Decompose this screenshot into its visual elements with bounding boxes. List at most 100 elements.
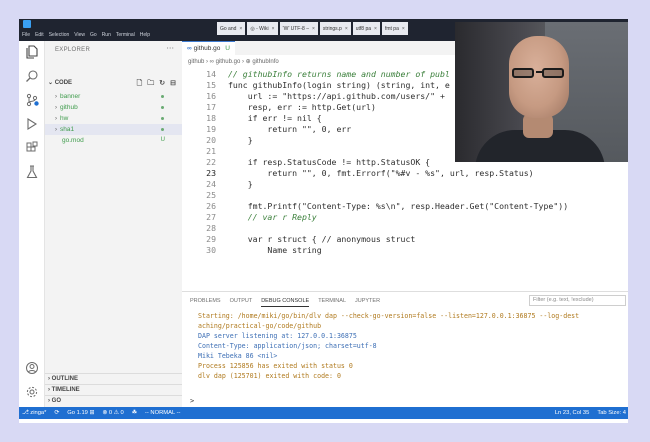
tree-item-hw[interactable]: › hw — [45, 113, 182, 124]
desktop-screen: File Edit Selection View Go Run Terminal… — [19, 19, 628, 423]
code-text: // githubInfo returns name and number of… — [228, 69, 450, 79]
editor-tab-github-go[interactable]: ∞ github.go U — [182, 41, 235, 55]
tab-debug-console[interactable]: DEBUG CONSOLE — [261, 296, 310, 307]
browser-tab[interactable]: utf8 pa × — [352, 22, 380, 35]
run-debug-icon[interactable] — [25, 117, 39, 131]
new-folder-icon[interactable]: 🗀 — [147, 78, 154, 89]
line-number: 24 — [206, 179, 216, 189]
more-actions-icon[interactable]: ··· — [166, 44, 174, 53]
tab-problems[interactable]: PROBLEMS — [190, 296, 221, 307]
close-icon[interactable]: × — [345, 26, 348, 32]
tree-item-label: banner — [60, 93, 81, 100]
files-icon[interactable] — [25, 45, 39, 59]
browser-tab-label: fmt pa — [384, 25, 399, 32]
problems-count[interactable]: ⊗ 0 ⚠ 0 — [102, 407, 123, 419]
tree-item-go-mod[interactable]: go.mod U — [45, 135, 182, 146]
close-icon[interactable]: × — [272, 26, 275, 32]
tab-jupyter[interactable]: JUPYTER — [355, 296, 380, 307]
tab-output[interactable]: OUTPUT — [230, 296, 253, 307]
code-line-current: 23 return "", 0, fmt.Errorf("%#v - %s", … — [182, 168, 628, 179]
menu-terminal[interactable]: Terminal — [116, 31, 135, 40]
line-number: 20 — [206, 135, 216, 145]
console-line: Miki Tebeka 86 <nil> — [198, 352, 278, 360]
menu-run[interactable]: Run — [102, 31, 111, 40]
code-line: 27 // var r Reply — [182, 212, 628, 223]
breadcrumb[interactable]: github › ∞ github.go › ⊕ githubInfo — [188, 58, 279, 65]
lens — [542, 68, 564, 78]
git-status-dot — [161, 117, 164, 120]
chevron-right-icon: › — [55, 116, 57, 122]
activity-bar — [19, 41, 45, 407]
code-line: 30 Name string — [182, 245, 628, 256]
console-prompt[interactable]: > — [190, 397, 194, 405]
editor-tab-label: github.go — [193, 45, 221, 52]
browser-tab-label: utf8 pa — [355, 25, 372, 32]
timeline-section[interactable]: › TIMELINE — [45, 384, 182, 395]
close-icon[interactable]: × — [374, 26, 377, 32]
menu-file[interactable]: File — [22, 31, 30, 40]
code-line: 24 } — [182, 179, 628, 190]
tab-size[interactable]: Tab Size: 4 — [597, 407, 626, 419]
tab-terminal[interactable]: TERMINAL — [318, 296, 346, 307]
browser-tab-label: Go and — [220, 25, 237, 32]
testing-icon[interactable] — [25, 165, 39, 179]
line-number: 16 — [206, 91, 216, 101]
line-number: 29 — [206, 234, 216, 244]
menu-go[interactable]: Go — [90, 31, 97, 40]
collapse-all-icon[interactable]: ⊟ — [170, 78, 176, 89]
chevron-right-icon: › — [55, 127, 57, 133]
live-share-icon[interactable]: ☘ — [132, 407, 137, 419]
console-line: DAP server listening at: 127.0.0.1:36875 — [198, 332, 357, 340]
new-file-icon[interactable]: 🗋 — [137, 78, 143, 89]
tree-item-banner[interactable]: › banner — [45, 91, 182, 102]
git-status-dot — [161, 95, 164, 98]
line-number: 27 — [206, 212, 216, 222]
outline-section[interactable]: › OUTLINE — [45, 373, 182, 384]
close-icon[interactable]: × — [402, 26, 405, 32]
git-status-dot — [161, 128, 164, 131]
code-line: 25 — [182, 190, 628, 201]
git-status-dot — [161, 106, 164, 109]
git-branch[interactable]: ⎇ zinga* — [22, 407, 46, 419]
code-text: url := "https://api.github.com/users/" + — [228, 91, 445, 101]
code-text: if err != nil { — [228, 113, 322, 123]
code-text: fmt.Printf("Content-Type: %s\n", resp.He… — [228, 201, 569, 211]
cursor-position[interactable]: Ln 23, Col 35 — [555, 407, 589, 419]
tree-item-github[interactable]: › github — [45, 102, 182, 113]
go-section[interactable]: › GO — [45, 395, 182, 406]
line-number: 17 — [206, 102, 216, 112]
source-control-icon[interactable] — [25, 93, 39, 107]
menu-edit[interactable]: Edit — [35, 31, 44, 40]
extensions-icon[interactable] — [25, 141, 39, 155]
close-icon[interactable]: × — [312, 26, 315, 32]
menu-help[interactable]: Help — [140, 31, 150, 40]
code-text: if resp.StatusCode != http.StatusOK { — [228, 157, 431, 167]
go-version[interactable]: Go 1.19 ⊞ — [67, 407, 94, 419]
browser-tab[interactable]: ‘W’ UTF-8 – × — [279, 22, 318, 35]
menu-view[interactable]: View — [74, 31, 85, 40]
code-text: var r struct { // anonymous struct — [228, 234, 416, 244]
search-icon[interactable] — [25, 69, 39, 83]
status-right: Ln 23, Col 35 Tab Size: 4 — [555, 407, 626, 419]
menu-selection[interactable]: Selection — [49, 31, 70, 40]
explorer-title: EXPLORER — [55, 47, 91, 53]
browser-tab-label: ◎ - Wiki — [250, 25, 269, 32]
sync-icon[interactable]: ⟳ — [54, 407, 59, 419]
browser-tab[interactable]: fmt pa × — [381, 22, 408, 35]
main-menu: File Edit Selection View Go Run Terminal… — [19, 31, 150, 40]
browser-tab[interactable]: strings.p × — [319, 22, 351, 35]
tree-item-sha1[interactable]: › sha1 — [45, 124, 182, 135]
console-filter-input[interactable]: Filter (e.g. text, !exclude) — [529, 295, 626, 306]
gear-icon[interactable] — [25, 385, 39, 399]
close-icon[interactable]: × — [239, 26, 242, 32]
workspace-root-label: CODE — [54, 80, 73, 86]
workspace-root[interactable]: ⌄ CODE 🗋 🗀 ↻ ⊟ — [45, 78, 182, 89]
code-text: } — [228, 179, 253, 189]
browser-tab[interactable]: Go and × — [217, 22, 246, 35]
chevron-right-icon: › — [55, 105, 57, 111]
chevron-down-icon: ⌄ — [48, 80, 55, 86]
account-icon[interactable] — [25, 361, 39, 375]
refresh-icon[interactable]: ↻ — [159, 78, 165, 89]
browser-tab[interactable]: ◎ - Wiki × — [247, 22, 278, 35]
explorer-actions: 🗋 🗀 ↻ ⊟ — [137, 78, 176, 89]
